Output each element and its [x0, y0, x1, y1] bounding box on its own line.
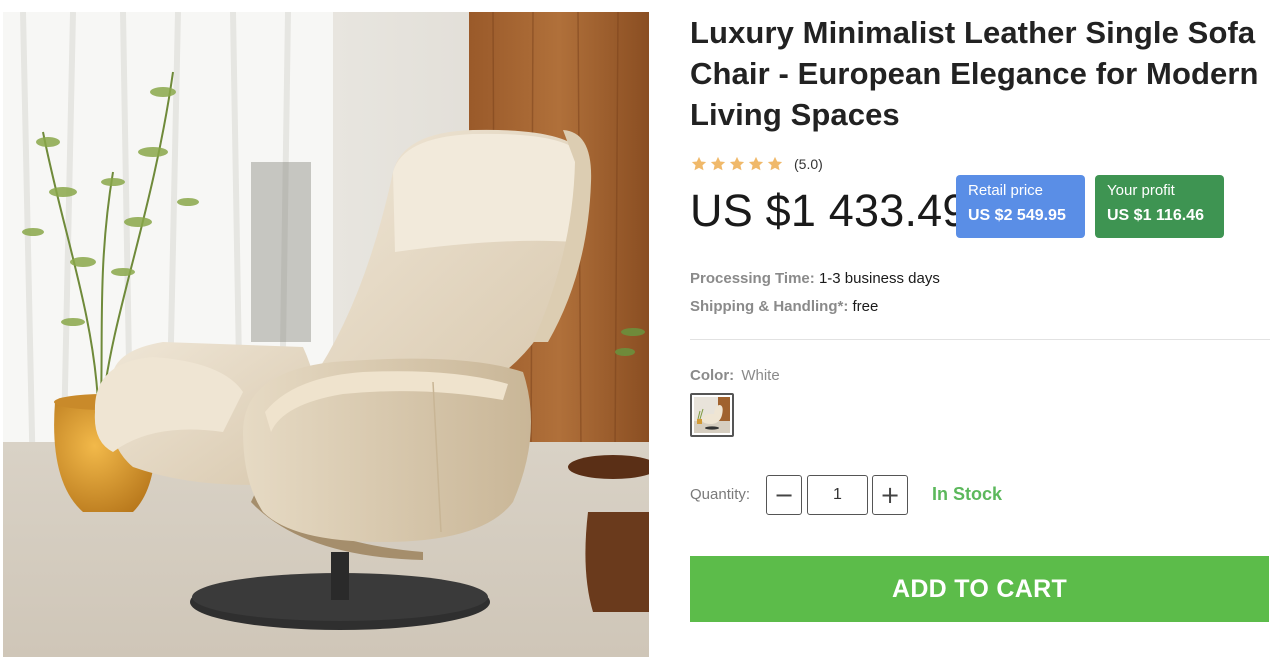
- quantity-increase-button[interactable]: +: [872, 475, 908, 515]
- price-row: US $1 433.49 Retail price US $2 549.95 Y…: [690, 175, 1270, 239]
- processing-time: Processing Time: 1-3 business days: [690, 270, 940, 287]
- product-info: Luxury Minimalist Leather Single Sofa Ch…: [690, 12, 1270, 622]
- star-icon: [710, 156, 726, 171]
- star-icon: [691, 156, 707, 171]
- quantity-row: Quantity: − + In Stock: [690, 474, 1270, 516]
- shipping-handling: Shipping & Handling*: free: [690, 298, 878, 315]
- product-image[interactable]: [3, 12, 649, 657]
- quantity-label: Quantity:: [690, 486, 751, 503]
- divider: [690, 339, 1270, 340]
- quantity-input[interactable]: [807, 475, 868, 515]
- stock-status: In Stock: [932, 484, 1003, 504]
- minus-icon: −: [773, 481, 795, 509]
- retail-price-label: Retail price: [968, 182, 1044, 199]
- retail-price-badge: Retail price US $2 549.95: [956, 175, 1085, 238]
- product-title: Luxury Minimalist Leather Single Sofa Ch…: [690, 15, 1259, 132]
- profit-badge: Your profit US $1 116.46: [1095, 175, 1224, 238]
- quantity-decrease-button[interactable]: −: [766, 475, 802, 515]
- color-value: White: [741, 367, 780, 384]
- shipping-label: Shipping & Handling*:: [690, 298, 849, 315]
- color-selector-label: Color: White: [690, 367, 780, 384]
- retail-price-value: US $2 549.95: [968, 207, 1066, 224]
- product-rating[interactable]: (5.0): [690, 155, 823, 173]
- rating-value: (5.0): [794, 156, 823, 172]
- profit-value: US $1 116.46: [1107, 207, 1204, 224]
- processing-time-value: 1-3 business days: [818, 270, 940, 287]
- plus-icon: +: [879, 481, 901, 509]
- profit-label: Your profit: [1107, 182, 1175, 199]
- star-icon: [729, 156, 745, 171]
- product-price: US $1 433.49: [690, 185, 968, 236]
- star-icon: [767, 156, 783, 171]
- color-swatch-white[interactable]: [690, 393, 734, 437]
- rating-stars: [690, 155, 784, 173]
- swatch-thumbnail: [694, 397, 730, 433]
- star-icon: [748, 156, 764, 171]
- add-to-cart-button[interactable]: ADD TO CART: [690, 556, 1269, 622]
- shipping-value: free: [852, 298, 879, 315]
- processing-time-label: Processing Time:: [690, 270, 815, 287]
- color-label: Color:: [690, 367, 735, 384]
